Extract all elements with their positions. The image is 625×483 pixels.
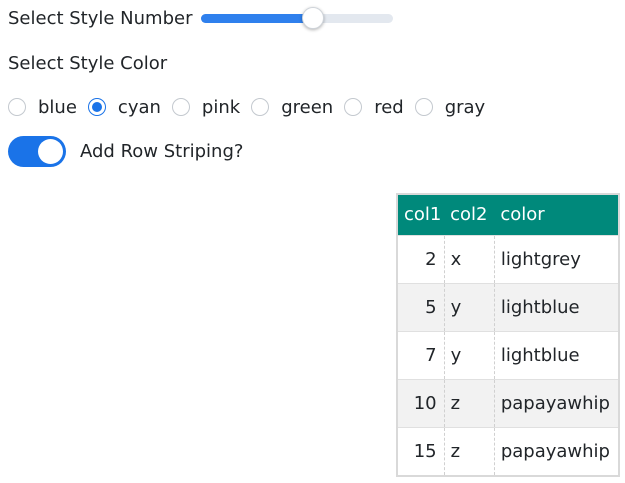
table-row: 5 y lightblue [398, 282, 618, 331]
data-table: col1 col2 color 2 x lightgrey 5 y lightblue 7 y… [398, 195, 618, 475]
table-cell-col2: x [444, 234, 495, 283]
style-number-label: Select Style Number [8, 7, 193, 29]
radio-label: green [281, 96, 334, 118]
table-cell-col1: 15 [398, 426, 445, 475]
table-row: 2 x lightgrey [398, 234, 618, 283]
row-striping-toggle[interactable] [8, 135, 66, 167]
radio-label: cyan [117, 96, 161, 118]
style-number-row: Select Style Number [8, 5, 393, 31]
table-cell-col1: 5 [398, 282, 445, 331]
table-header-row: col1 col2 color [398, 195, 618, 235]
table-row: 10 z papayawhip [398, 378, 618, 427]
radio-button[interactable] [344, 98, 363, 116]
radio-button[interactable] [251, 98, 270, 116]
radio-option-green[interactable]: green [251, 97, 333, 118]
table-cell-color: lightblue [494, 330, 618, 379]
table-body: 2 x lightgrey 5 y lightblue 7 y lightblue 10 z papa… [398, 234, 618, 475]
column-header-color[interactable]: color [494, 195, 618, 235]
radio-button[interactable] [171, 98, 190, 116]
slider-fill [200, 14, 312, 23]
radio-label: blue [38, 96, 77, 118]
radio-button[interactable] [87, 98, 106, 116]
toggle-knob [38, 138, 63, 164]
table-cell-color: lightblue [494, 282, 618, 331]
style-number-slider[interactable] [200, 5, 393, 31]
table-cell-color: lightgrey [494, 234, 618, 283]
app-page: Select Style Number Select Style Color b… [0, 0, 625, 483]
table-cell-color: papayawhip [494, 426, 618, 475]
table-cell-col1: 10 [398, 378, 445, 427]
table-cell-col1: 2 [398, 234, 445, 283]
radio-option-cyan[interactable]: cyan [87, 96, 161, 118]
column-header-col1[interactable]: col1 [398, 195, 445, 235]
data-table-container: col1 col2 color 2 x lightgrey 5 y lightblue 7 y… [396, 193, 620, 477]
table-row: 15 z papayawhip [398, 426, 618, 475]
table-cell-col2: y [444, 282, 495, 331]
style-color-label: Select Style Color [8, 53, 168, 74]
radio-button[interactable] [8, 98, 26, 116]
table-cell-color: papayawhip [494, 378, 618, 427]
radio-label: gray [444, 96, 486, 118]
style-color-radio-group: blue cyan pink green red gray [8, 94, 496, 120]
radio-option-gray[interactable]: gray [414, 96, 486, 118]
radio-option-blue[interactable]: blue [8, 97, 77, 118]
row-striping-row: Add Row Striping? [8, 134, 243, 168]
radio-button[interactable] [414, 98, 433, 116]
table-cell-col1: 7 [398, 330, 445, 379]
radio-label: pink [201, 96, 241, 118]
table-cell-col2: z [444, 426, 495, 475]
table-row: 7 y lightblue [398, 330, 618, 379]
slider-thumb[interactable] [301, 7, 324, 29]
table-cell-col2: y [444, 330, 495, 379]
radio-option-pink[interactable]: pink [171, 96, 241, 118]
radio-label: red [374, 96, 404, 118]
row-striping-label: Add Row Striping? [80, 140, 244, 162]
column-header-col2[interactable]: col2 [444, 195, 495, 235]
radio-option-red[interactable]: red [344, 97, 404, 118]
table-cell-col2: z [444, 378, 495, 427]
